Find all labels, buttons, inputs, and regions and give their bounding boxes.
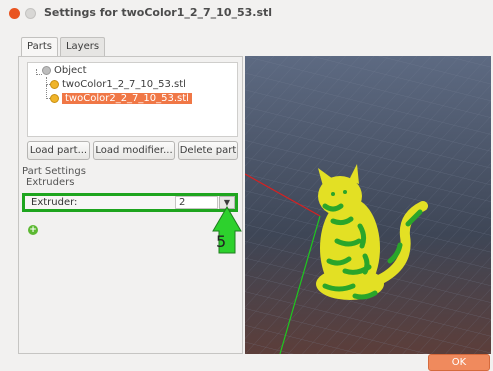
delete-part-button[interactable]: Delete part (178, 141, 238, 160)
part-icon (50, 94, 59, 103)
tab-layers[interactable]: Layers (59, 37, 106, 57)
part-settings-heading: Part Settings (22, 166, 86, 177)
tree-item-label: Object (54, 65, 87, 76)
minimize-window-icon[interactable] (25, 8, 36, 19)
viewport-canvas (245, 56, 491, 354)
load-part-button[interactable]: Load part... (27, 141, 90, 160)
tree-item-part-2[interactable]: twoColor2_2_7_10_53.stl (50, 93, 192, 104)
build-plate-grid (245, 56, 491, 354)
tree-item-part-1[interactable]: twoColor1_2_7_10_53.stl (50, 79, 186, 90)
extruder-label: Extruder: (31, 197, 78, 208)
extruders-group-label: Extruders (26, 177, 75, 188)
tree-item-label: twoColor1_2_7_10_53.stl (62, 79, 186, 90)
parts-tree[interactable]: Object twoColor1_2_7_10_53.stl twoColor2… (27, 62, 238, 137)
3d-viewport[interactable] (245, 56, 491, 354)
tree-item-label-selected: twoColor2_2_7_10_53.stl (62, 93, 192, 104)
window-title: Settings for twoColor1_2_7_10_53.stl (44, 6, 273, 19)
tab-parts[interactable]: Parts (21, 37, 58, 57)
step-number: 5 (216, 232, 227, 251)
load-modifier-button[interactable]: Load modifier... (93, 141, 175, 160)
title-bar: Settings for twoColor1_2_7_10_53.stl (0, 0, 493, 26)
object-icon (42, 66, 51, 75)
tab-bar: Parts Layers (21, 37, 107, 57)
ok-button[interactable]: OK (428, 354, 490, 371)
close-window-icon[interactable] (9, 8, 20, 19)
tree-item-object[interactable]: Object (42, 65, 87, 76)
plus-circle-icon[interactable]: + (28, 225, 38, 235)
